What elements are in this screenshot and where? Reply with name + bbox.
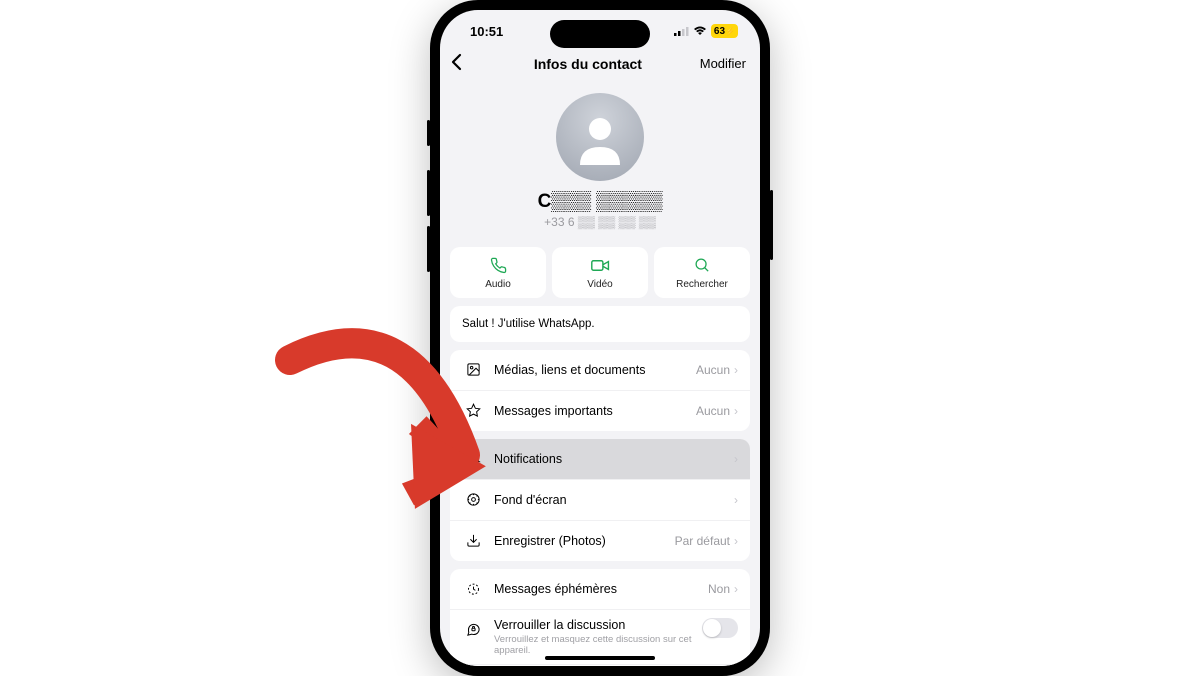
- timer-icon: [462, 581, 484, 596]
- save-photos-label: Enregistrer (Photos): [494, 534, 675, 548]
- avatar[interactable]: [556, 93, 644, 181]
- phone-icon: [490, 257, 507, 275]
- chevron-right-icon: ›: [734, 582, 738, 596]
- volume-up: [427, 170, 430, 216]
- media-value: Aucun: [696, 363, 730, 377]
- download-icon: [462, 533, 484, 548]
- nav-bar: Infos du contact Modifier: [440, 43, 760, 87]
- home-indicator[interactable]: [545, 656, 655, 660]
- chevron-right-icon: ›: [734, 363, 738, 377]
- notifications-label: Notifications: [494, 452, 734, 466]
- star-icon: [462, 403, 484, 418]
- chevron-right-icon: ›: [734, 404, 738, 418]
- status-time: 10:51: [470, 24, 503, 39]
- section-settings: Notifications › Fond d'écran › Enregistr…: [450, 439, 750, 561]
- ephemeral-label: Messages éphémères: [494, 582, 708, 596]
- chevron-right-icon: ›: [734, 452, 738, 466]
- contact-name: C▒▒▒ ▒▒▒▒▒: [538, 191, 663, 213]
- status-text[interactable]: Salut ! J'utilise WhatsApp.: [450, 306, 750, 342]
- search-label: Rechercher: [676, 279, 728, 290]
- chat-lock-icon: [462, 622, 484, 637]
- media-label: Médias, liens et documents: [494, 363, 696, 377]
- starred-value: Aucun: [696, 404, 730, 418]
- mute-switch: [427, 120, 430, 146]
- save-photos-row[interactable]: Enregistrer (Photos) Par défaut ›: [450, 521, 750, 561]
- power-button: [770, 190, 773, 260]
- chevron-right-icon: ›: [734, 493, 738, 507]
- chevron-right-icon: ›: [734, 534, 738, 548]
- screen: 10:51 63⚡ Infos du contact Modifier: [440, 10, 760, 666]
- back-button[interactable]: [450, 51, 476, 77]
- dynamic-island: [550, 20, 650, 48]
- wifi-icon: [693, 24, 707, 39]
- bell-icon: [462, 451, 484, 466]
- media-icon: [462, 362, 484, 377]
- cellular-icon: [674, 24, 689, 39]
- section-privacy: Messages éphémères Non › Verrouiller la …: [450, 569, 750, 666]
- action-buttons: Audio Vidéo Rechercher: [440, 237, 760, 298]
- volume-down: [427, 226, 430, 272]
- contact-phone: +33 6 ▒▒ ▒▒ ▒▒ ▒▒: [544, 215, 656, 229]
- chat-lock-label: Verrouiller la discussion: [494, 618, 698, 632]
- video-call-button[interactable]: Vidéo: [552, 247, 648, 298]
- media-row[interactable]: Médias, liens et documents Aucun ›: [450, 350, 750, 391]
- ephemeral-row[interactable]: Messages éphémères Non ›: [450, 569, 750, 610]
- starred-row[interactable]: Messages importants Aucun ›: [450, 391, 750, 431]
- chat-lock-toggle[interactable]: [702, 618, 738, 638]
- section-media: Médias, liens et documents Aucun › Messa…: [450, 350, 750, 431]
- notifications-row[interactable]: Notifications ›: [450, 439, 750, 480]
- video-icon: [591, 257, 610, 275]
- wallpaper-row[interactable]: Fond d'écran ›: [450, 480, 750, 521]
- save-photos-value: Par défaut: [675, 534, 730, 548]
- audio-label: Audio: [485, 279, 511, 290]
- starred-label: Messages importants: [494, 404, 696, 418]
- video-label: Vidéo: [587, 279, 612, 290]
- wallpaper-icon: [462, 492, 484, 507]
- profile-header: C▒▒▒ ▒▒▒▒▒ +33 6 ▒▒ ▒▒ ▒▒ ▒▒: [440, 87, 760, 237]
- edit-button[interactable]: Modifier: [700, 56, 746, 71]
- ephemeral-value: Non: [708, 582, 730, 596]
- audio-call-button[interactable]: Audio: [450, 247, 546, 298]
- search-button[interactable]: Rechercher: [654, 247, 750, 298]
- phone-frame: 10:51 63⚡ Infos du contact Modifier: [430, 0, 770, 676]
- wallpaper-label: Fond d'écran: [494, 493, 734, 507]
- search-icon: [694, 257, 711, 275]
- battery-indicator: 63⚡: [711, 24, 738, 38]
- page-title: Infos du contact: [534, 56, 642, 72]
- chat-lock-sub: Verrouillez et masquez cette discussion …: [494, 634, 698, 657]
